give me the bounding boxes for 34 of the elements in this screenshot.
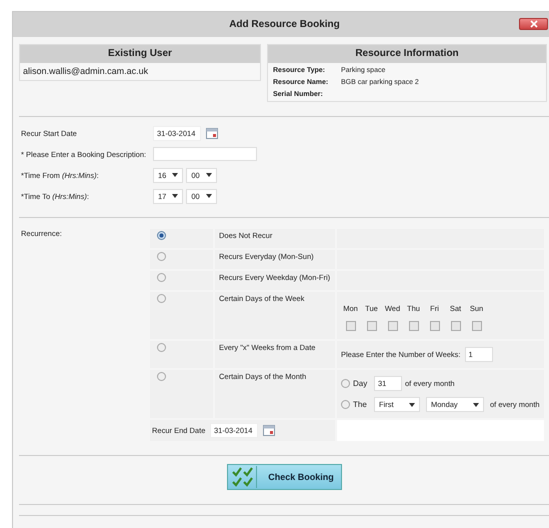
caret-icon	[409, 402, 415, 406]
radio-button[interactable]	[157, 294, 166, 303]
option-label: The	[353, 400, 368, 409]
caret-icon	[206, 173, 212, 177]
description-field[interactable]	[153, 147, 257, 161]
caret-icon	[473, 402, 479, 406]
close-icon	[530, 20, 538, 28]
radio-button[interactable]	[157, 273, 166, 282]
user-email: alison.wallis@admin.cam.ac.uk	[22, 65, 150, 78]
checkbox[interactable]	[408, 321, 418, 331]
radio-button[interactable]	[341, 400, 350, 409]
calendar-icon[interactable]	[206, 128, 218, 138]
radio-button[interactable]	[341, 379, 350, 388]
checkbox[interactable]	[388, 321, 398, 331]
check-booking-button[interactable]: Check Booking	[227, 464, 342, 490]
panel-heading: Resource Information	[268, 45, 546, 63]
panel-heading: Existing User	[20, 45, 260, 63]
radio-button[interactable]	[157, 252, 166, 261]
radio-button[interactable]	[157, 372, 166, 381]
caret-icon	[206, 194, 212, 198]
checkbox[interactable]	[366, 321, 376, 331]
close-button[interactable]	[519, 18, 548, 30]
checkbox[interactable]	[450, 321, 460, 331]
checkmarks-icon	[232, 466, 257, 488]
caret-icon	[172, 173, 178, 177]
option-label: Day	[353, 379, 368, 388]
radio-button[interactable]	[157, 343, 166, 352]
checkbox[interactable]	[346, 321, 356, 331]
calendar-icon[interactable]	[263, 425, 275, 436]
checkbox[interactable]	[472, 321, 482, 331]
caret-icon	[172, 194, 178, 198]
window-title: Add Resource Booking	[229, 19, 340, 30]
checkbox[interactable]	[430, 321, 440, 331]
radio-button[interactable]	[157, 231, 166, 240]
